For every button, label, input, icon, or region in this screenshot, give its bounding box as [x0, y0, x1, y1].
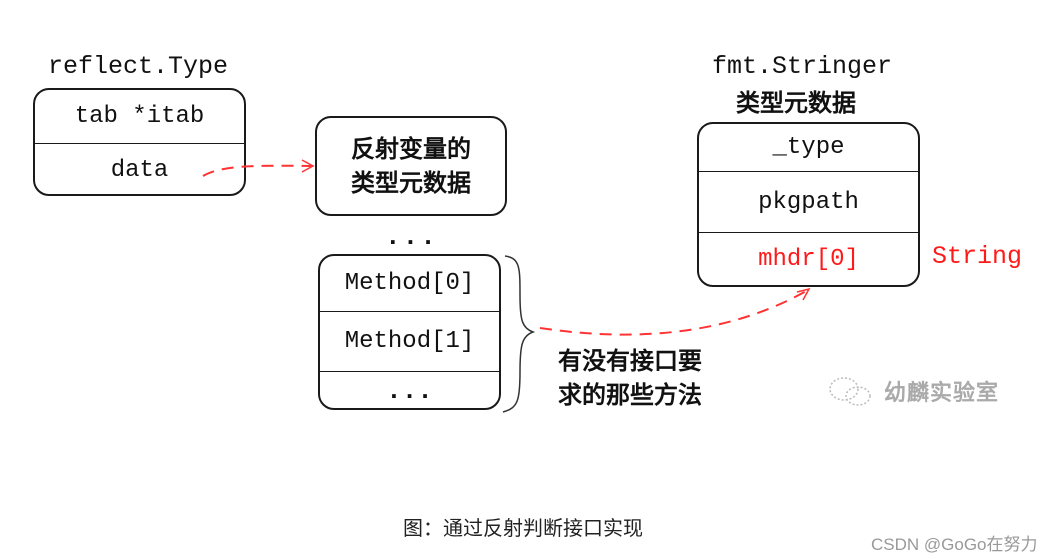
string-method-label: String [932, 242, 1023, 271]
field-data: data [110, 156, 169, 184]
field-tab-itab: tab *itab [35, 90, 244, 144]
method-more: ... [386, 376, 433, 406]
stringer-metadata-box: _type pkgpath mhdr[0] [697, 122, 920, 287]
field-type: _type [699, 124, 918, 172]
figure-caption: 图：通过反射判断接口实现 [403, 516, 643, 540]
reflect-type-box: tab *itab data [33, 88, 246, 196]
note-line-1: 有没有接口要 [558, 347, 702, 375]
arrowhead-2 [796, 287, 811, 301]
csdn-watermark: CSDN @GoGo在努力 [871, 535, 1038, 554]
stringer-title: fmt.Stringer [712, 52, 893, 81]
reflected-type-metadata-box: 反射变量的 类型元数据 [315, 116, 507, 216]
note-line-2: 求的那些方法 [558, 381, 702, 409]
brace-icon [502, 255, 536, 413]
metadata-line-2: 类型元数据 [351, 169, 471, 197]
wechat-watermark: 幼麟实验室 [826, 374, 999, 408]
wechat-account-name: 幼麟实验室 [884, 381, 1000, 406]
metadata-line-1: 反射变量的 [351, 135, 471, 163]
stringer-subtitle: 类型元数据 [736, 89, 856, 117]
method-1: Method[1] [320, 312, 499, 372]
ellipsis: ... [385, 222, 438, 252]
arrow-methods-to-mhdr [539, 289, 809, 336]
arrowhead-1 [301, 159, 315, 173]
field-mhdr-0: mhdr[0] [758, 245, 859, 273]
reflect-type-title: reflect.Type [48, 52, 229, 81]
field-pkgpath: pkgpath [699, 172, 918, 233]
methods-note: 有没有接口要 求的那些方法 [558, 344, 702, 412]
wechat-icon [829, 377, 871, 406]
methods-box: Method[0] Method[1] ... [318, 254, 501, 410]
method-0: Method[0] [320, 256, 499, 312]
